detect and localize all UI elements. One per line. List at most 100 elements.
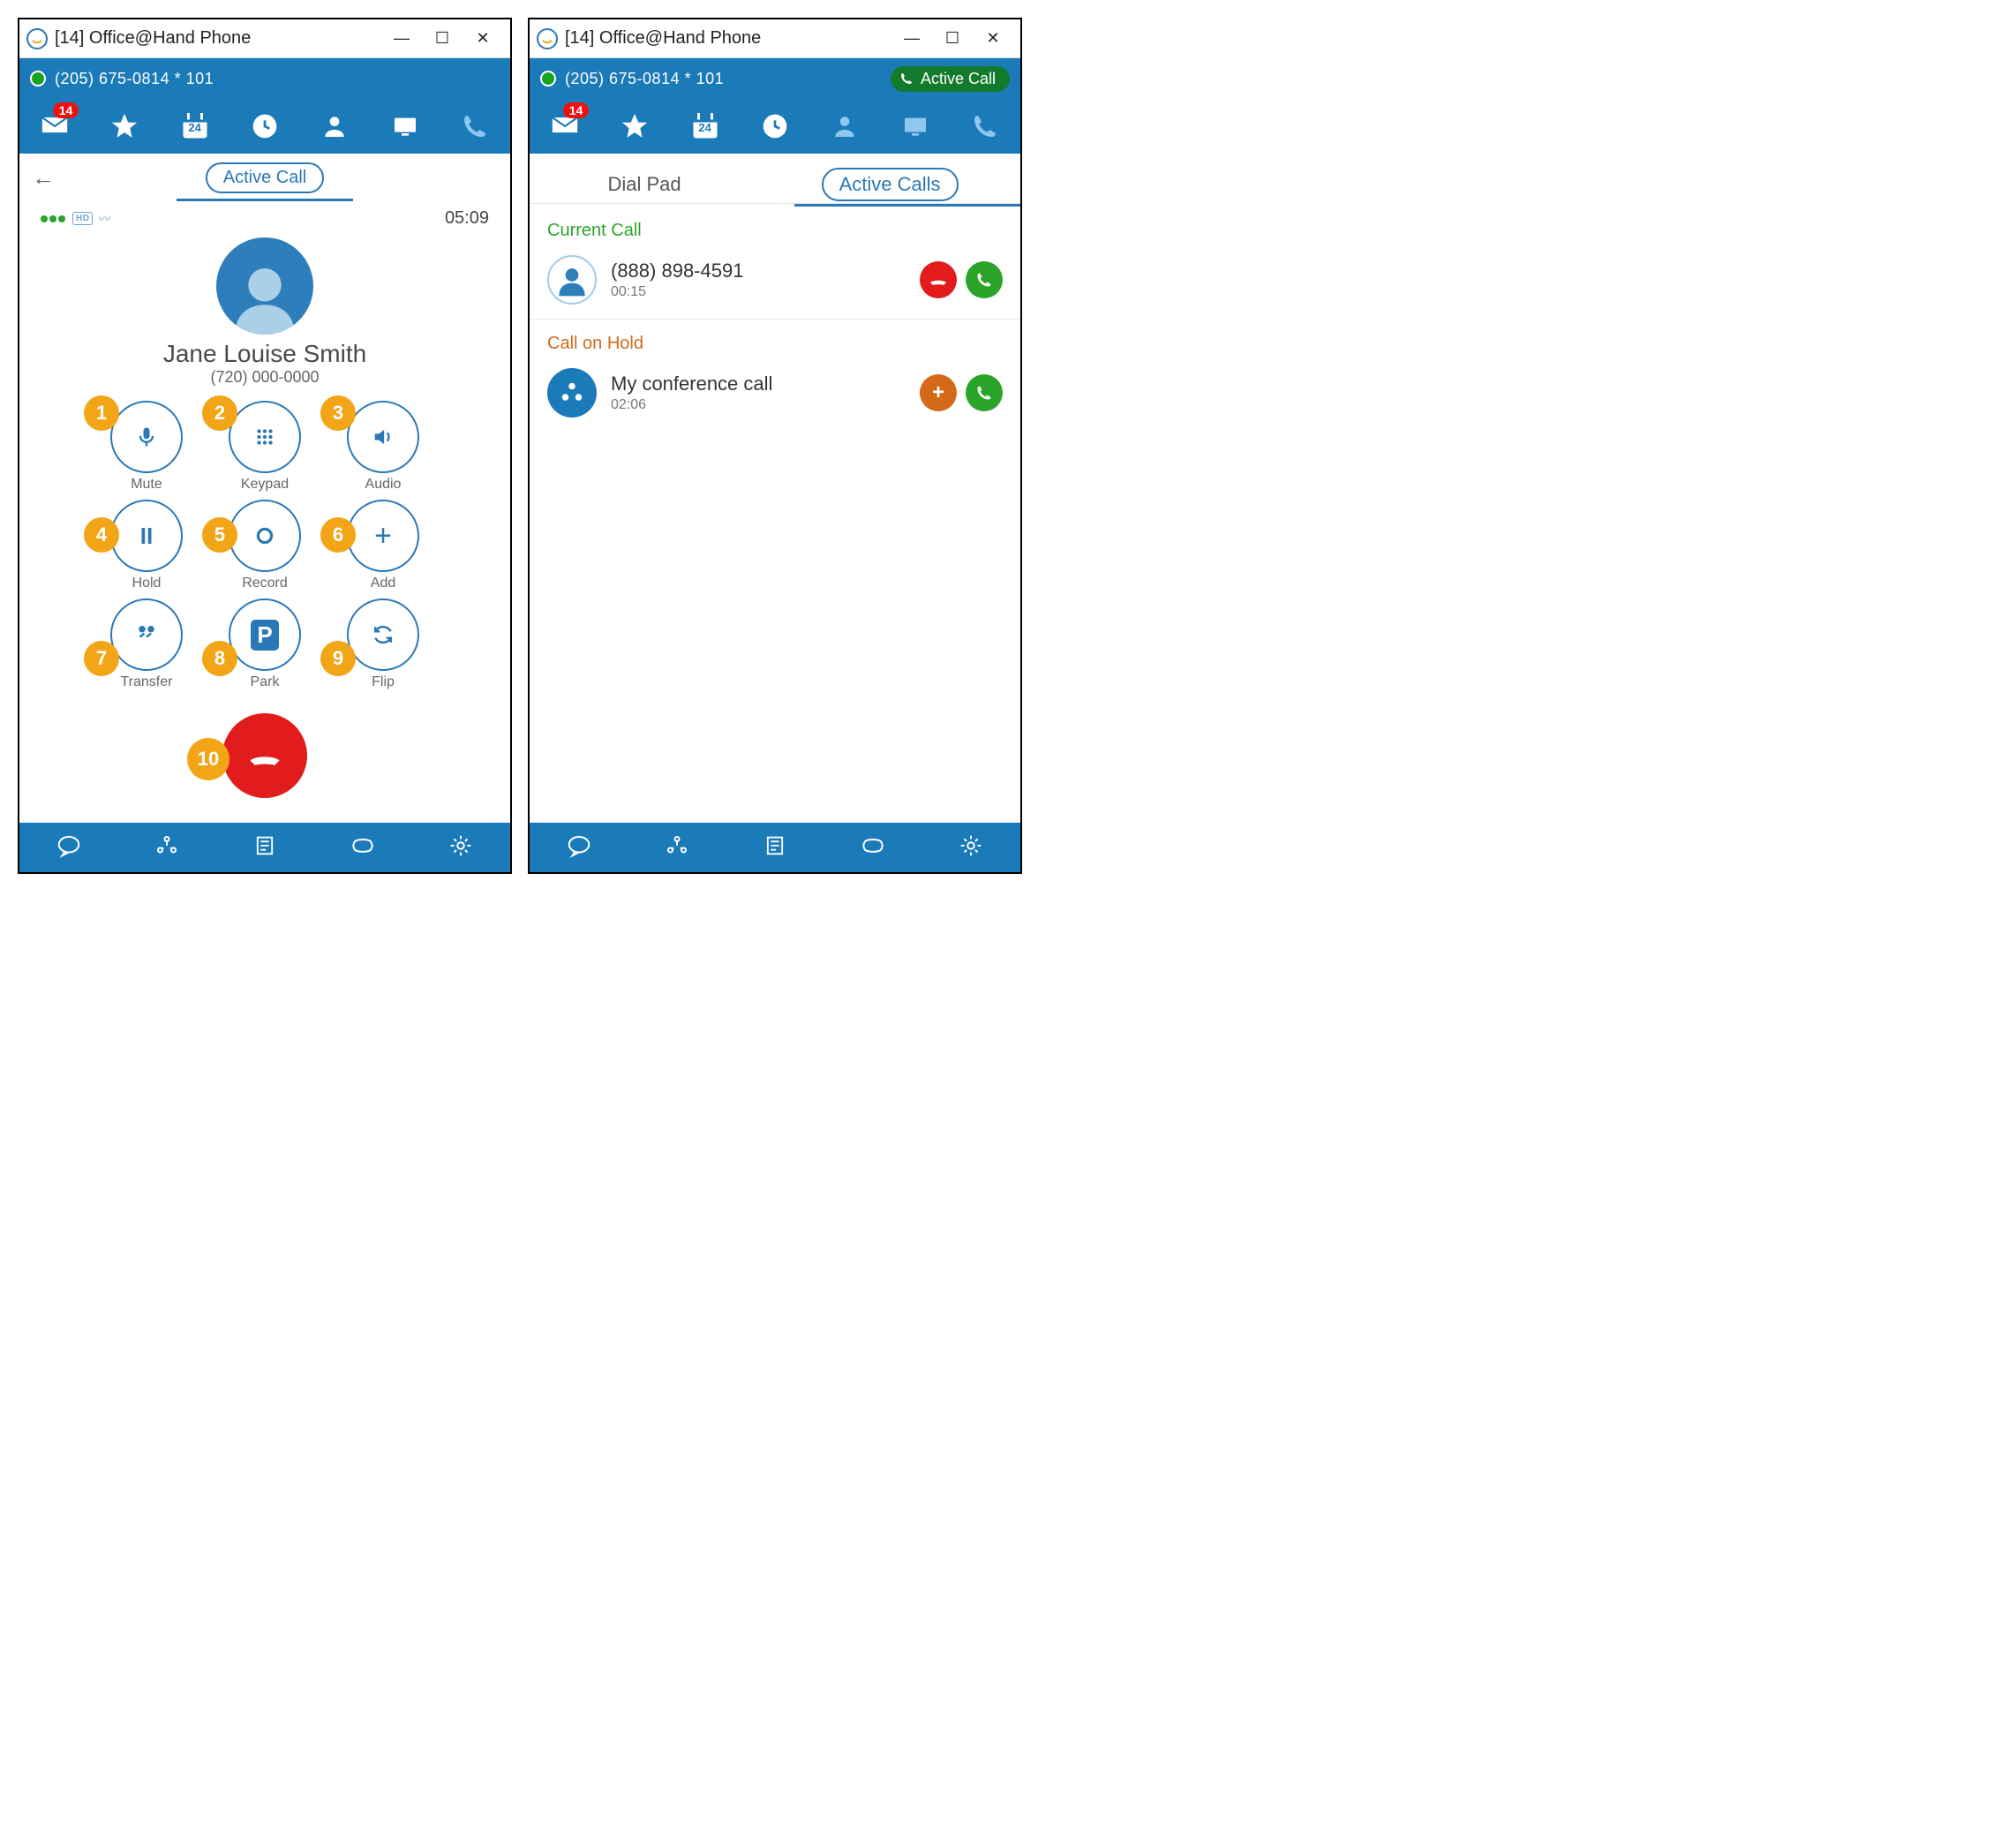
active-call-content: ← Active Call HD 〰 05:09 Jane Louise Smi…	[19, 154, 510, 823]
fax-icon[interactable]	[252, 833, 277, 862]
current-call-row[interactable]: (888) 898-4591 00:15	[530, 248, 1020, 320]
transfer-label: Transfer	[121, 674, 173, 690]
nav-contacts[interactable]	[313, 105, 356, 147]
annotation-8: 8	[202, 641, 237, 676]
tab-dialpad[interactable]: Dial Pad	[591, 166, 696, 203]
conference-icon[interactable]	[664, 832, 690, 863]
calls-list-content: Dial Pad Active Calls Current Call (888)…	[530, 154, 1020, 823]
annotation-4: 4	[84, 517, 119, 553]
titlebar: [14] Office@Hand Phone — ☐ ✕	[19, 19, 510, 58]
hd-badge: HD	[72, 212, 93, 225]
status-bar: (205) 675-0814 * 101	[19, 58, 510, 99]
audio-label: Audio	[365, 477, 402, 493]
add-to-conference-button[interactable]: +	[920, 374, 957, 411]
end-call-button[interactable]: 10	[222, 713, 307, 798]
signal-dots-icon	[41, 211, 67, 227]
hold-call-duration: 02:06	[611, 397, 772, 413]
calendar-day: 24	[698, 121, 711, 134]
settings-icon[interactable]	[958, 832, 984, 863]
nav-phone[interactable]	[454, 105, 496, 147]
sms-icon[interactable]	[56, 832, 82, 863]
record-label: Record	[242, 576, 288, 591]
close-button[interactable]: ✕	[973, 26, 1013, 51]
add-label: Add	[371, 576, 395, 591]
meeting-icon[interactable]	[860, 832, 886, 863]
nav-calendar[interactable]: 24	[684, 105, 726, 147]
nav-messages[interactable]: 14	[544, 105, 586, 147]
add-button[interactable]: +	[347, 500, 419, 572]
app-logo-icon	[537, 28, 558, 49]
annotation-6: 6	[320, 517, 356, 553]
calls-tabs: Dial Pad Active Calls	[530, 154, 1020, 204]
top-nav: 14 24	[19, 99, 510, 154]
transfer-button[interactable]	[110, 598, 183, 671]
window-call-list: [14] Office@Hand Phone — ☐ ✕ (205) 675-0…	[528, 18, 1022, 874]
keypad-button[interactable]	[229, 401, 301, 473]
app-logo-icon	[26, 28, 48, 49]
hold-call-row[interactable]: My conference call 02:06 +	[530, 361, 1020, 432]
resume-button[interactable]	[966, 374, 1003, 411]
mute-label: Mute	[131, 477, 162, 493]
active-call-tab[interactable]: Active Call	[206, 162, 324, 193]
hold-button[interactable]: II	[110, 500, 183, 572]
nav-calendar[interactable]: 24	[174, 105, 216, 147]
back-arrow-icon[interactable]: ←	[32, 164, 55, 192]
answer-button[interactable]	[966, 261, 1003, 298]
own-number: (205) 675-0814 * 101	[565, 70, 724, 88]
record-button[interactable]	[229, 500, 301, 572]
bottom-bar	[19, 823, 510, 872]
minimize-button[interactable]: —	[891, 26, 932, 51]
nav-messages[interactable]: 14	[34, 105, 76, 147]
presence-indicator-icon	[30, 71, 46, 87]
nav-recent[interactable]	[244, 105, 286, 147]
nav-recent[interactable]	[754, 105, 796, 147]
hold-label: Hold	[132, 576, 162, 591]
annotation-1: 1	[84, 395, 119, 431]
close-button[interactable]: ✕	[463, 26, 503, 51]
mute-button[interactable]	[110, 401, 183, 473]
call-controls-grid: 1 Mute 2 Keypad 3 Audio	[19, 401, 510, 690]
nav-favorites[interactable]	[613, 105, 656, 147]
section-call-on-hold: Call on Hold	[530, 320, 1020, 361]
hold-call-label: My conference call	[611, 373, 772, 395]
current-call-number: (888) 898-4591	[611, 260, 743, 282]
section-current-call: Current Call	[530, 207, 1020, 248]
settings-icon[interactable]	[448, 832, 474, 863]
nav-phone[interactable]	[964, 105, 1006, 147]
audio-button[interactable]	[347, 401, 419, 473]
annotation-7: 7	[84, 641, 119, 676]
caller-name: Jane Louise Smith	[19, 340, 510, 368]
nav-favorites[interactable]	[103, 105, 146, 147]
sms-icon[interactable]	[566, 832, 592, 863]
window-title: [14] Office@Hand Phone	[565, 28, 891, 49]
hangup-button[interactable]	[920, 261, 957, 298]
flip-button[interactable]	[347, 598, 419, 671]
call-quality-row: HD 〰 05:09	[19, 201, 510, 229]
call-timer: 05:09	[445, 208, 489, 229]
minimize-button[interactable]: —	[381, 26, 422, 51]
active-call-pill-label: Active Call	[921, 70, 996, 88]
titlebar: [14] Office@Hand Phone — ☐ ✕	[530, 19, 1020, 58]
maximize-button[interactable]: ☐	[932, 26, 973, 51]
window-active-call: [14] Office@Hand Phone — ☐ ✕ (205) 675-0…	[18, 18, 512, 874]
own-number: (205) 675-0814 * 101	[55, 70, 214, 88]
bottom-bar	[530, 823, 1020, 872]
nav-contacts[interactable]	[824, 105, 866, 147]
nav-hud[interactable]	[894, 105, 937, 147]
fax-icon[interactable]	[763, 833, 787, 862]
nav-hud[interactable]	[384, 105, 426, 147]
active-call-pill[interactable]: Active Call	[891, 66, 1010, 92]
maximize-button[interactable]: ☐	[422, 26, 463, 51]
conference-icon[interactable]	[154, 832, 180, 863]
caller-avatar	[216, 237, 313, 335]
meeting-icon[interactable]	[350, 832, 376, 863]
status-bar: (205) 675-0814 * 101 Active Call	[530, 58, 1020, 99]
annotation-2: 2	[202, 395, 237, 431]
tab-active-calls[interactable]: Active Calls	[822, 168, 959, 201]
flip-label: Flip	[372, 674, 395, 690]
top-nav: 14 24	[530, 99, 1020, 154]
park-button[interactable]: P	[229, 598, 301, 671]
calendar-day: 24	[188, 121, 200, 134]
wave-icon: 〰	[98, 210, 110, 228]
caller-avatar-icon	[547, 255, 597, 305]
